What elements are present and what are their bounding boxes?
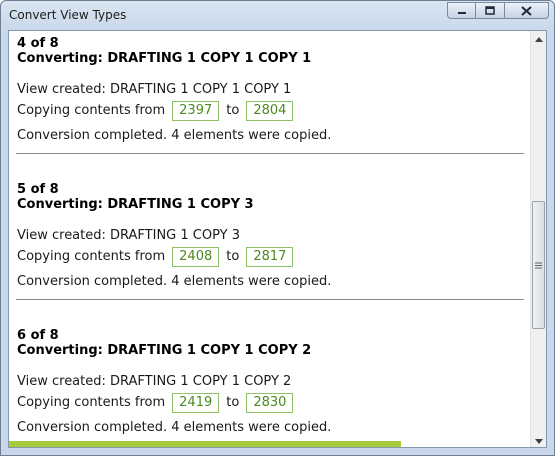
from-id-box: 2408 [172,247,220,267]
convert-view-types-window: Convert View Types 4 of 8 Converting: DR… [0,0,555,456]
minimize-icon [457,11,466,14]
copying-label: Copying contents from [17,103,166,118]
log-panel[interactable]: 4 of 8 Converting: DRAFTING 1 COPY 1 COP… [8,30,547,448]
maximize-button[interactable] [476,2,505,19]
entry-divider [16,153,524,154]
entry-counter: 6 of 8 [17,328,59,343]
log-entry: 6 of 8 Converting: DRAFTING 1 COPY 1 COP… [17,328,525,358]
copying-row: Copying contents from 2419 to 2830 [17,393,525,413]
scrollbar-thumb[interactable] [532,201,545,329]
conversion-completed-text: Conversion completed. 4 elements were co… [17,420,332,435]
to-label: to [226,249,240,264]
copying-label: Copying contents from [17,249,166,264]
to-label: to [226,103,240,118]
entry-divider [16,299,524,300]
to-id-box: 2817 [246,247,294,267]
scroll-up-button[interactable] [531,31,546,47]
to-id-box: 2804 [246,101,294,121]
window-controls [447,2,549,19]
entry-counter: 4 of 8 [17,36,59,51]
copying-label: Copying contents from [17,395,166,410]
close-button[interactable] [505,2,549,19]
minimize-button[interactable] [447,2,476,19]
log-entry: 4 of 8 Converting: DRAFTING 1 COPY 1 COP… [17,36,525,66]
vertical-scrollbar[interactable] [530,31,546,447]
title-bar[interactable]: Convert View Types [1,1,554,30]
maximize-icon [485,6,495,15]
entry-converting-title: Converting: DRAFTING 1 COPY 1 COPY 2 [17,343,312,358]
from-id-box: 2397 [172,101,220,121]
to-label: to [226,395,240,410]
progress-bar-fill [9,441,401,447]
window-title: Convert View Types [9,8,127,22]
log-content: 4 of 8 Converting: DRAFTING 1 COPY 1 COP… [9,31,531,447]
from-id-box: 2419 [172,393,220,413]
log-entry: 5 of 8 Converting: DRAFTING 1 COPY 3 [17,182,525,212]
grip-icon [535,262,542,268]
view-created-text: View created: DRAFTING 1 COPY 1 COPY 1 [17,82,292,97]
entry-converting-title: Converting: DRAFTING 1 COPY 3 [17,197,254,212]
close-icon [521,5,532,16]
scroll-down-arrow-icon [535,438,543,444]
copying-row: Copying contents from 2397 to 2804 [17,101,525,121]
entry-counter: 5 of 8 [17,182,59,197]
conversion-completed-text: Conversion completed. 4 elements were co… [17,128,332,143]
view-created-text: View created: DRAFTING 1 COPY 1 COPY 2 [17,374,292,389]
conversion-completed-text: Conversion completed. 4 elements were co… [17,274,332,289]
to-id-box: 2830 [246,393,294,413]
entry-converting-title: Converting: DRAFTING 1 COPY 1 COPY 1 [17,51,312,66]
scroll-down-button[interactable] [531,433,546,447]
view-created-text: View created: DRAFTING 1 COPY 3 [17,228,240,243]
copying-row: Copying contents from 2408 to 2817 [17,247,525,267]
scroll-up-arrow-icon [535,36,543,42]
